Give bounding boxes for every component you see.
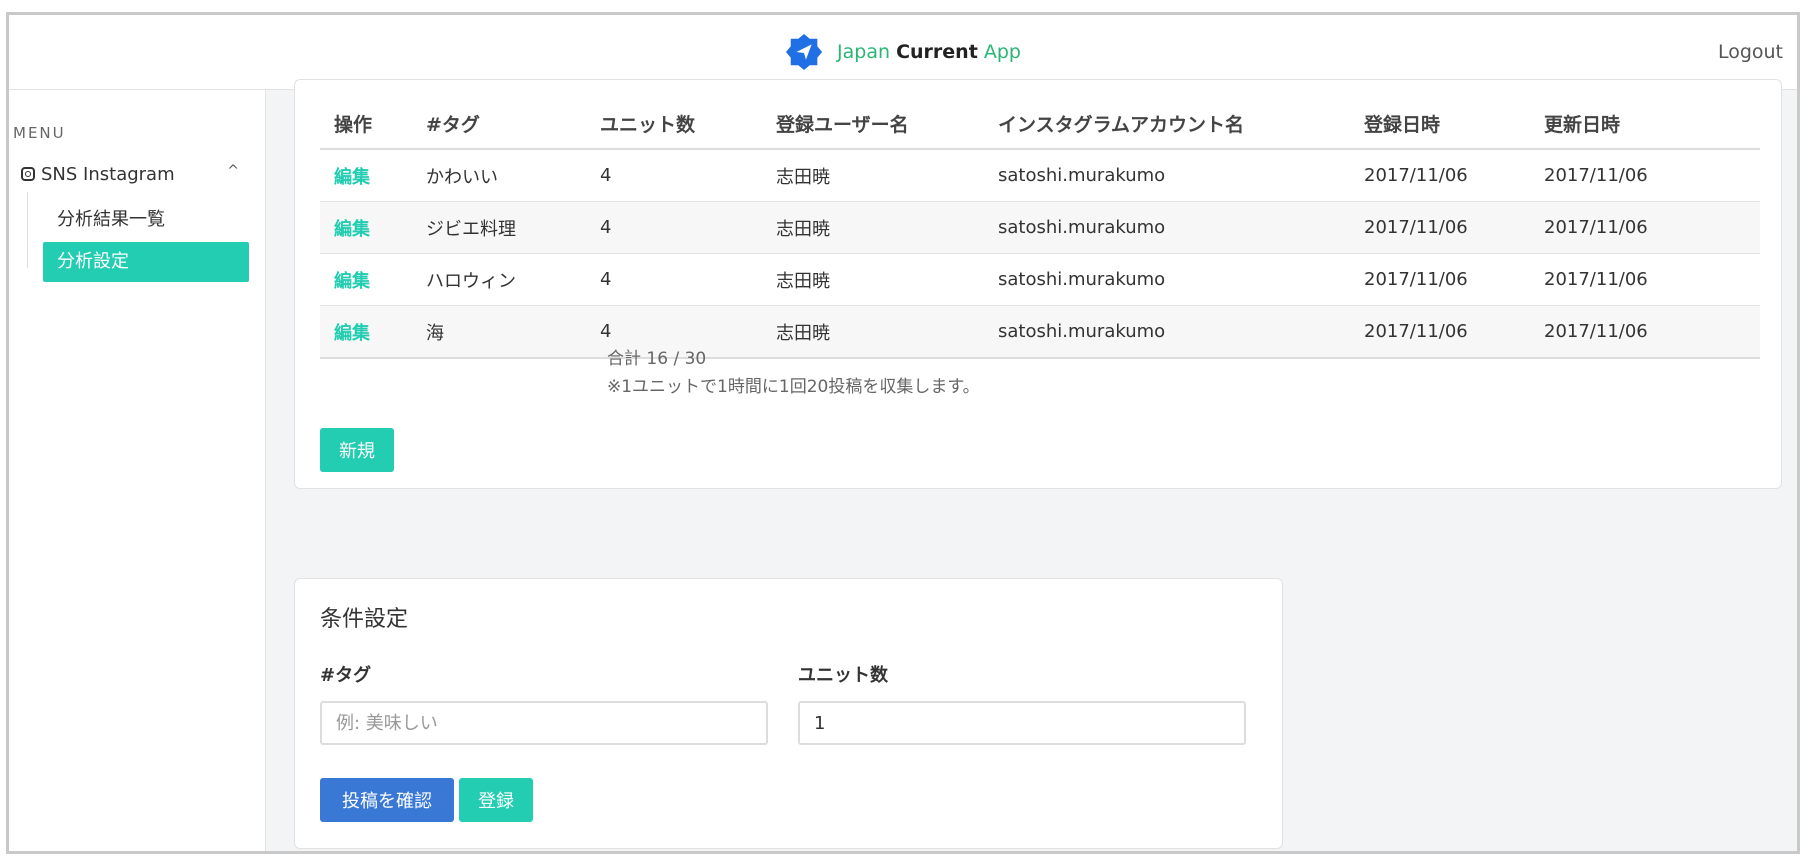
cell-tag: かわいい bbox=[412, 149, 586, 202]
cell-user: 志田暁 bbox=[762, 149, 984, 202]
cell-registered: 2017/11/06 bbox=[1350, 149, 1530, 202]
col-header-units: ユニット数 bbox=[586, 98, 762, 150]
col-header-account: インスタグラムアカウント名 bbox=[984, 98, 1350, 150]
brand-japan: Japan bbox=[837, 41, 891, 63]
cell-tag: 海 bbox=[412, 305, 586, 359]
new-button[interactable]: 新規 bbox=[320, 428, 394, 472]
conditions-card: 条件設定 #タグ ユニット数 投稿を確認 登録 bbox=[294, 578, 1283, 849]
cell-updated: 2017/11/06 bbox=[1530, 253, 1760, 306]
instagram-icon bbox=[21, 167, 35, 181]
cell-units: 4 bbox=[586, 149, 762, 202]
edit-link[interactable]: 編集 bbox=[334, 271, 370, 292]
unit-input[interactable] bbox=[798, 701, 1246, 745]
unit-note: ※1ユニットで1時間に1回20投稿を収集します。 bbox=[607, 377, 980, 397]
tag-input[interactable] bbox=[320, 701, 768, 745]
unit-field-label: ユニット数 bbox=[798, 665, 888, 686]
confirm-posts-button[interactable]: 投稿を確認 bbox=[320, 778, 454, 822]
brand-app: App bbox=[983, 41, 1021, 63]
cell-account: satoshi.murakumo bbox=[984, 253, 1350, 306]
cell-tag: ハロウィン bbox=[412, 253, 586, 306]
tag-field-label: #タグ bbox=[320, 665, 372, 686]
cell-account: satoshi.murakumo bbox=[984, 149, 1350, 202]
cell-units: 4 bbox=[586, 253, 762, 306]
cell-account: satoshi.murakumo bbox=[984, 201, 1350, 254]
unit-total: 合計 16 / 30 bbox=[607, 349, 707, 369]
cell-user: 志田暁 bbox=[762, 201, 984, 254]
brand-current: Current bbox=[896, 41, 978, 63]
cell-registered: 2017/11/06 bbox=[1350, 253, 1530, 306]
cell-registered: 2017/11/06 bbox=[1350, 305, 1530, 359]
col-header-updated: 更新日時 bbox=[1530, 98, 1760, 150]
cell-units: 4 bbox=[586, 201, 762, 254]
tag-table: 操作 #タグ ユニット数 登録ユーザー名 インスタグラムアカウント名 登録日時 … bbox=[320, 98, 1760, 359]
col-header-user: 登録ユーザー名 bbox=[762, 98, 984, 150]
app-frame: Japan Current App Logout MENU SNS Instag… bbox=[6, 12, 1800, 854]
edit-link[interactable]: 編集 bbox=[334, 167, 370, 188]
table-row: 編集 海 4 志田暁 satoshi.murakumo 2017/11/06 2… bbox=[320, 305, 1760, 359]
sidebar-group-sns-instagram[interactable]: SNS Instagram ^ bbox=[21, 158, 251, 190]
brand[interactable]: Japan Current App bbox=[785, 33, 1021, 71]
menu-label: MENU bbox=[13, 124, 66, 142]
table-row: 編集 ジビエ料理 4 志田暁 satoshi.murakumo 2017/11/… bbox=[320, 201, 1760, 254]
table-row: 編集 ハロウィン 4 志田暁 satoshi.murakumo 2017/11/… bbox=[320, 253, 1760, 306]
sidebar-item-analysis-results[interactable]: 分析結果一覧 bbox=[43, 200, 249, 240]
sidebar: MENU SNS Instagram ^ 分析結果一覧 分析設定 bbox=[9, 90, 266, 851]
sidebar-group-label: SNS Instagram bbox=[41, 163, 175, 185]
cell-user: 志田暁 bbox=[762, 253, 984, 306]
cell-updated: 2017/11/06 bbox=[1530, 149, 1760, 202]
cell-account: satoshi.murakumo bbox=[984, 305, 1350, 359]
sidebar-item-analysis-settings[interactable]: 分析設定 bbox=[43, 242, 249, 282]
cell-registered: 2017/11/06 bbox=[1350, 201, 1530, 254]
cell-updated: 2017/11/06 bbox=[1530, 305, 1760, 359]
table-header-row: 操作 #タグ ユニット数 登録ユーザー名 インスタグラムアカウント名 登録日時 … bbox=[320, 98, 1760, 150]
cell-tag: ジビエ料理 bbox=[412, 201, 586, 254]
send-icon bbox=[785, 33, 823, 71]
col-header-registered: 登録日時 bbox=[1350, 98, 1530, 150]
cell-updated: 2017/11/06 bbox=[1530, 201, 1760, 254]
edit-link[interactable]: 編集 bbox=[334, 219, 370, 240]
table-row: 編集 かわいい 4 志田暁 satoshi.murakumo 2017/11/0… bbox=[320, 149, 1760, 202]
logout-link[interactable]: Logout bbox=[1718, 41, 1783, 63]
chevron-up-icon: ^ bbox=[227, 163, 239, 179]
register-button[interactable]: 登録 bbox=[459, 778, 533, 822]
subtree-line bbox=[27, 192, 28, 268]
col-header-action: 操作 bbox=[320, 98, 412, 150]
conditions-title: 条件設定 bbox=[320, 607, 409, 632]
col-header-tag: #タグ bbox=[412, 98, 586, 150]
edit-link[interactable]: 編集 bbox=[334, 323, 370, 344]
cell-user: 志田暁 bbox=[762, 305, 984, 359]
tag-list-card: 操作 #タグ ユニット数 登録ユーザー名 インスタグラムアカウント名 登録日時 … bbox=[294, 79, 1782, 489]
